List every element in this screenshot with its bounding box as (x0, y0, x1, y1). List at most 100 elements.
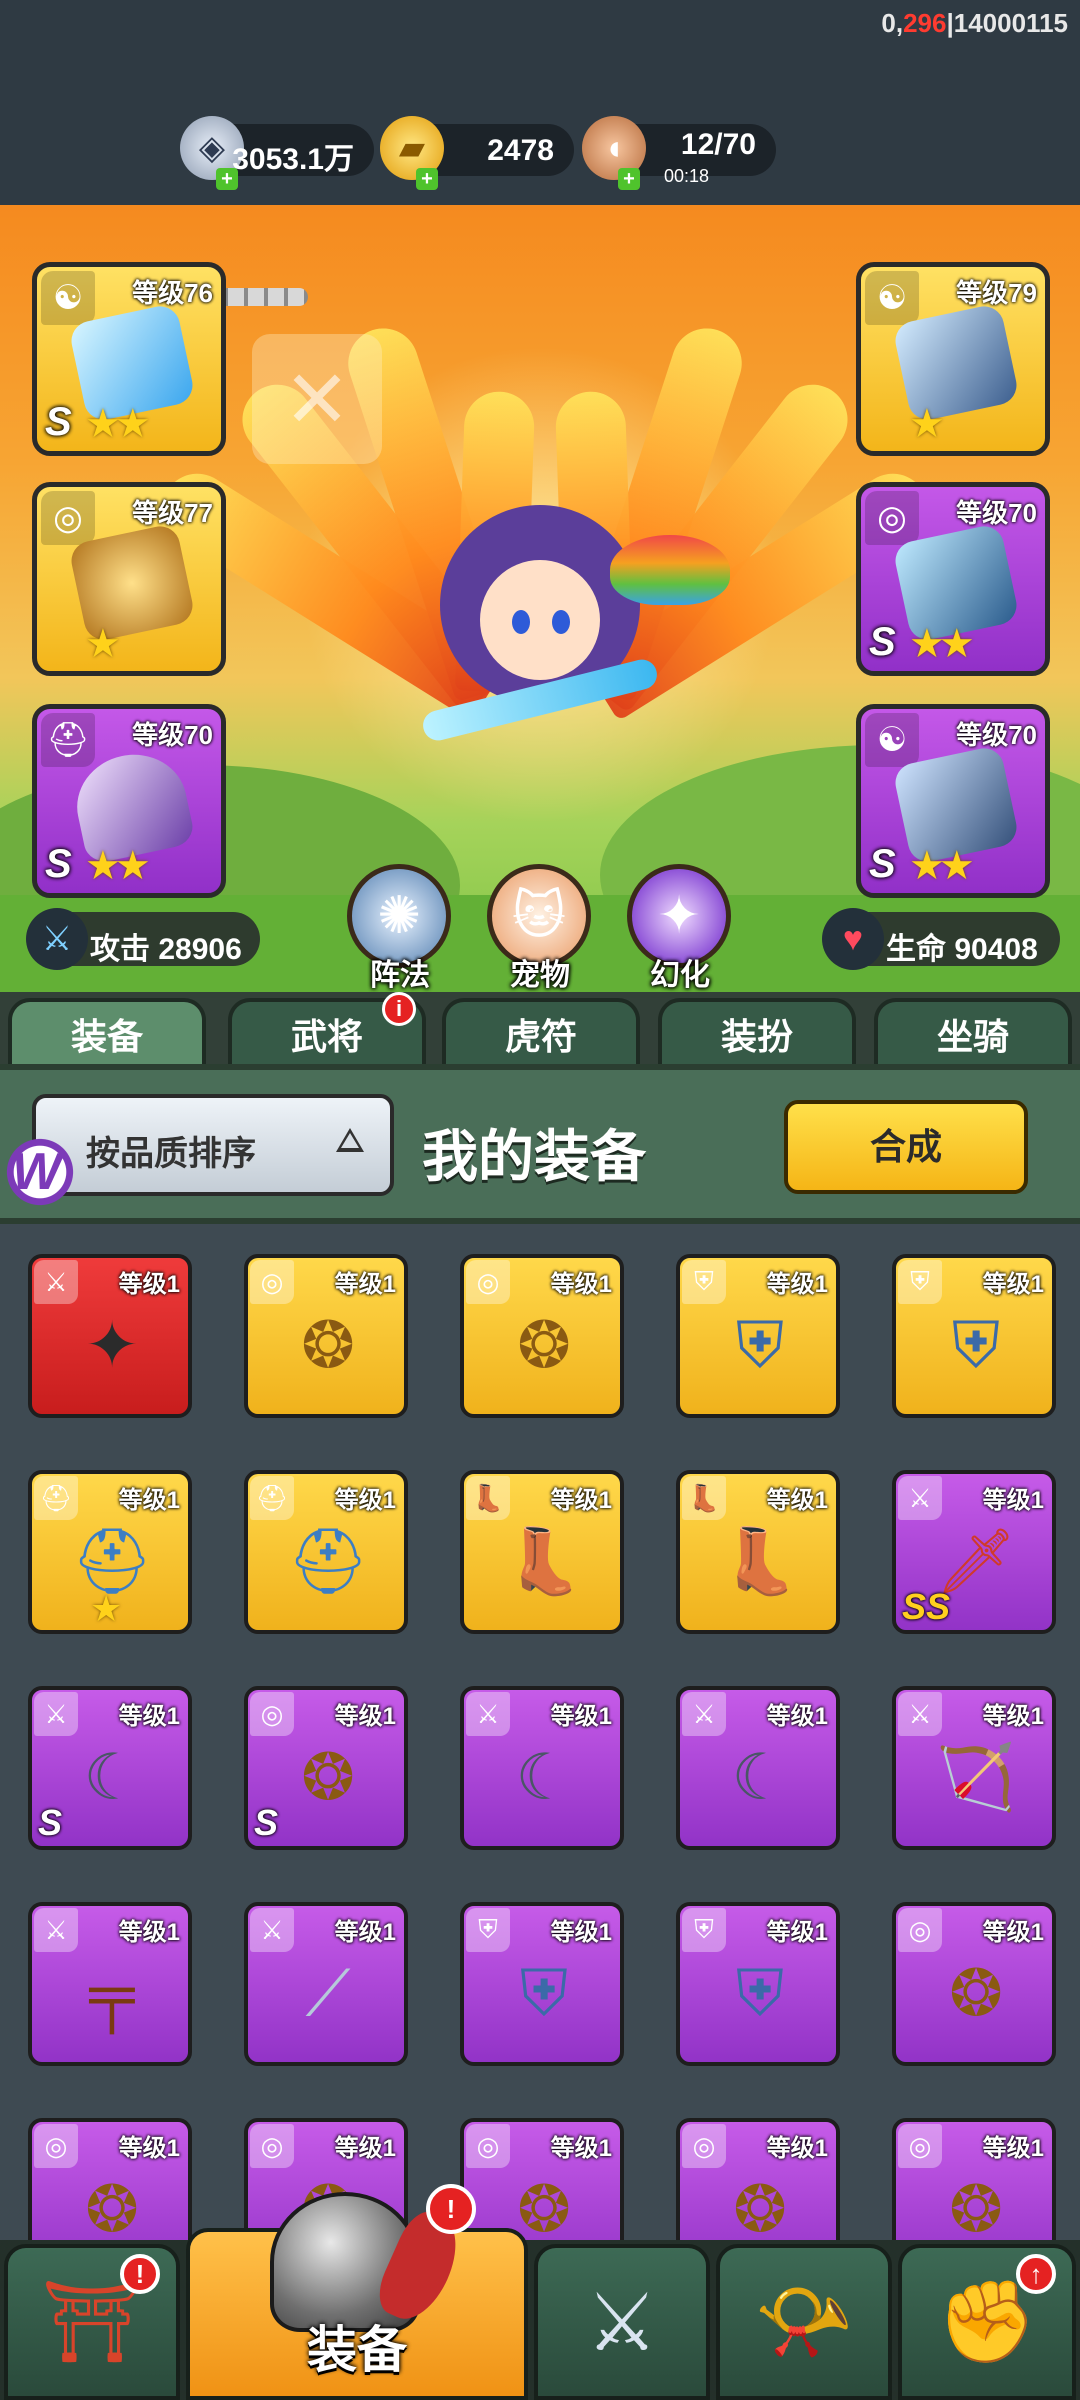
yin-yang-icon: ☯ (865, 271, 919, 325)
w-logo-icon[interactable]: W (0, 1132, 80, 1212)
nav-equipment[interactable]: ! 装备 (186, 2184, 528, 2400)
equip-slot-left-1[interactable]: ☯ 等级76 S ★★ (32, 262, 226, 456)
add-gold-button[interactable]: + (416, 168, 438, 190)
equip-slot-left-2[interactable]: ◎ 等级77 ★ (32, 482, 226, 676)
inventory-item[interactable]: ⛨ 等级1 ⛨ (892, 1254, 1056, 1418)
item-grade: S (254, 1802, 279, 1843)
inventory-item[interactable]: ◎等级1❂ (892, 1902, 1056, 2066)
item-level: 等级1 (118, 2135, 180, 2162)
inventory-item[interactable]: ◎ 等级1 ❂ (28, 2118, 192, 2240)
inventory-item[interactable]: ⚔ 等级1 ☾ (676, 1686, 840, 1850)
formation-button[interactable]: ✺ 阵法 (347, 864, 453, 994)
medal-icon: ◎ (34, 2124, 78, 2168)
item-level: 等级1 (982, 2135, 1044, 2162)
nav-adventure[interactable]: 📯 (716, 2244, 892, 2400)
inventory-item[interactable]: ⚔ 等级1 ╤ (28, 1902, 192, 2066)
inventory-item[interactable]: ⛑ 等级1 ⛑ ★ (28, 1470, 192, 1634)
sword-icon: ⚔ (34, 1908, 78, 1952)
yin-yang-icon: ☯ (865, 713, 919, 767)
inventory-item[interactable]: ⚔ 等级1 🏹 (892, 1686, 1056, 1850)
silver-currency[interactable]: ◈ 3053.1万 + (180, 116, 374, 190)
amulet-icon: ❂ (949, 2172, 1003, 2241)
hp-stat: ♥ 生命 90408 (822, 908, 1060, 970)
armor-icon: ⛨ (520, 1956, 568, 2029)
upgrade-badge: ↑ (1016, 2254, 1056, 2294)
armor-icon: ⛨ (736, 1308, 784, 1381)
stamina-currency[interactable]: ◖ 12/70 00:18 + (582, 116, 776, 190)
item-level: 等级1 (766, 1487, 828, 1514)
equip-slot-left-3[interactable]: ⛑ 等级70 S ★★ (32, 704, 226, 898)
item-grade: S (38, 1802, 63, 1843)
item-level: 等级1 (118, 1703, 180, 1730)
inventory-item[interactable]: ◎等级1❂ (460, 1254, 624, 1418)
inventory-item[interactable]: 👢 等级1 👢 (460, 1470, 624, 1634)
inventory-item[interactable]: ⛨ 等级1 ⛨ (460, 1902, 624, 2066)
inventory-item[interactable]: ⚔ 等级1 ☾ (460, 1686, 624, 1850)
inventory-item[interactable]: ⛨ 等级1 ⛨ (676, 1254, 840, 1418)
inventory-item[interactable]: ⚔ 等级1 ✦ (28, 1254, 192, 1418)
gold-currency[interactable]: ▰ 2478 + (380, 116, 574, 190)
equipment-panel-header: 按品质排序 我的装备 合成 (0, 1064, 1080, 1224)
blade-icon: ☾ (83, 1740, 141, 1813)
equip-slot-right-3[interactable]: ☯ 等级70 S ★★ (856, 704, 1050, 898)
add-stamina-button[interactable]: + (618, 168, 640, 190)
inventory-item[interactable]: ◎ 等级1 ❂ (676, 2118, 840, 2240)
inventory-item[interactable]: ◎等级1❂ (892, 2118, 1056, 2240)
armor-icon: ⛨ (466, 1908, 510, 1952)
amulet-icon: ❂ (85, 2172, 139, 2241)
inventory-item[interactable]: 👢 等级1 👢 (676, 1470, 840, 1634)
item-level: 等级1 (550, 1919, 612, 1946)
synthesize-button[interactable]: 合成 (784, 1100, 1028, 1194)
item-star: ★ (90, 1588, 123, 1629)
tab-generals[interactable]: 武将 i (228, 992, 426, 1066)
equip-slot-right-2[interactable]: ◎ 等级70 S ★★ (856, 482, 1050, 676)
armor-icon: ⛨ (736, 1956, 784, 2029)
medal-icon: ◎ (466, 1260, 510, 1304)
stamina-timer: 00:18 (664, 166, 710, 186)
item-level: 等级1 (334, 1271, 396, 1298)
inventory-item[interactable]: ◎ 等级1 ❂ S (244, 1686, 408, 1850)
item-level: 等级1 (118, 1271, 180, 1298)
boot-icon: 👢 (720, 1524, 800, 1597)
tab-tiger-tally[interactable]: 虎符 (442, 998, 640, 1066)
shuriken-icon: ✦ (85, 1308, 139, 1381)
inventory-item[interactable]: ◎等级1❂ (244, 1254, 408, 1418)
sort-by-quality-dropdown[interactable]: 按品质排序 (32, 1094, 394, 1196)
inventory-item[interactable]: ◎等级1❂ (460, 2118, 624, 2240)
medal-icon: ◎ (898, 1908, 942, 1952)
tab-mount[interactable]: 坐骑 (874, 998, 1072, 1066)
silver-value: 3053.1万 (232, 143, 354, 176)
bow-icon: 🏹 (936, 1740, 1016, 1813)
hero-character[interactable] (419, 505, 661, 744)
tab-bar: 装备 武将 i 虎符 装扮 坐骑 (0, 992, 1080, 1066)
item-level: 等级1 (766, 2135, 828, 2162)
item-level: 等级1 (550, 1271, 612, 1298)
nav-upgrade[interactable]: ✊ ↑ (898, 2244, 1076, 2400)
sword-icon: ⚔ (682, 1692, 726, 1736)
inventory-item[interactable]: ⚔ 等级1 ⟋ (244, 1902, 408, 2066)
medal-icon: ◎ (466, 2124, 510, 2168)
sword-icon: ⚔ (250, 1908, 294, 1952)
medal-icon: ◎ (682, 2124, 726, 2168)
tab-costume[interactable]: 装扮 (658, 998, 856, 1066)
helmet-icon: ⛑ (34, 1476, 78, 1520)
pet-button[interactable]: 🐱 宠物 (487, 864, 593, 994)
sword-icon: ⚔ (26, 908, 88, 970)
blade-icon: ☾ (515, 1740, 573, 1813)
boot-icon: 👢 (466, 1476, 510, 1520)
item-level: 等级1 (118, 1919, 180, 1946)
inventory-item[interactable]: ⚔ 等级1 ☾ S (28, 1686, 192, 1850)
equip-slot-right-1[interactable]: ☯ 等级79 ★ (856, 262, 1050, 456)
transform-button[interactable]: ✦ 幻化 (627, 864, 733, 994)
nav-battle[interactable]: ⚔ (534, 2244, 710, 2400)
nav-main-city[interactable]: ⛩ ! (4, 2244, 180, 2400)
tab-equipment[interactable]: 装备 (8, 998, 206, 1066)
add-silver-button[interactable]: + (216, 168, 238, 190)
inventory-item[interactable]: ⚔ 等级1 🗡 SS (892, 1470, 1056, 1634)
amulet-icon: ❂ (733, 2172, 787, 2241)
locked-slot[interactable]: ✕ (252, 334, 382, 464)
inventory-item[interactable]: ⛨ 等级1 ⛨ (676, 1902, 840, 2066)
item-level: 等级1 (334, 1919, 396, 1946)
item-level: 等级1 (766, 1919, 828, 1946)
inventory-item[interactable]: ⛑ 等级1 ⛑ (244, 1470, 408, 1634)
